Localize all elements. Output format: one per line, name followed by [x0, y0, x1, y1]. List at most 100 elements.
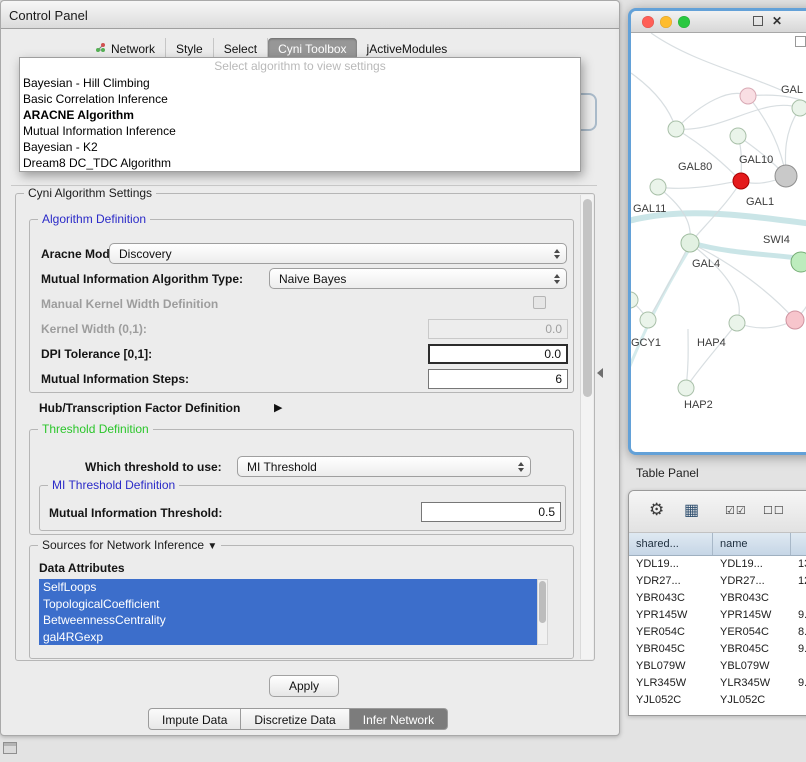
network-edge[interactable] — [651, 33, 783, 91]
aracne-mode-select[interactable]: Discovery — [109, 243, 567, 264]
close-window-icon[interactable]: ✕ — [772, 14, 782, 28]
mi-threshold-input[interactable] — [421, 502, 561, 522]
network-node[interactable] — [786, 311, 804, 329]
minimize-traffic-light[interactable] — [660, 16, 672, 28]
network-node[interactable] — [729, 315, 745, 331]
network-edge[interactable] — [688, 323, 737, 385]
table-row[interactable]: YDR27...YDR27...12 — [629, 573, 806, 590]
network-node[interactable] — [640, 312, 656, 328]
table-cell: 9. — [791, 641, 806, 658]
network-canvas[interactable]: GALGAL80GAL10GAL11GAL1SWI4GAL4GCY1HAP4HA… — [631, 33, 806, 452]
bottom-tab-infer-network[interactable]: Infer Network — [350, 708, 448, 730]
control-panel-title: Control Panel — [9, 8, 88, 23]
algorithm-option-mutual-information-inference[interactable]: Mutual Information Inference — [20, 123, 580, 139]
column-header-shared[interactable]: shared... — [629, 533, 713, 555]
algorithm-dropdown-placeholder: Select algorithm to view settings — [20, 58, 580, 75]
table-row[interactable]: YER054CYER054C8. — [629, 624, 806, 641]
tab-label: Select — [224, 42, 257, 56]
network-node[interactable] — [792, 100, 806, 116]
apply-button[interactable]: Apply — [269, 675, 339, 697]
dpi-tolerance-input[interactable] — [428, 344, 568, 364]
column-header-name[interactable]: name — [713, 533, 791, 555]
settings-scrollbar[interactable] — [580, 195, 593, 659]
network-node[interactable] — [740, 88, 756, 104]
which-threshold-label: Which threshold to use: — [85, 460, 222, 474]
network-overview-box[interactable] — [795, 36, 806, 47]
mi-type-select[interactable]: Naive Bayes — [269, 268, 567, 289]
network-node[interactable] — [650, 179, 666, 195]
network-edge[interactable] — [690, 243, 739, 323]
attribute-item-gal4rgexp[interactable]: gal4RGexp — [39, 629, 537, 646]
hub-definition-label[interactable]: Hub/Transcription Factor Definition — [39, 401, 240, 415]
mi-steps-input[interactable] — [428, 369, 568, 389]
table-row[interactable]: YBR043CYBR043C — [629, 590, 806, 607]
bottom-tab-discretize-data[interactable]: Discretize Data — [241, 708, 349, 730]
table-header: shared...name — [629, 533, 806, 556]
algorithm-option-bayesian-hill-climbing[interactable]: Bayesian - Hill Climbing — [20, 75, 580, 91]
expand-arrow-icon[interactable]: ▶ — [274, 401, 282, 414]
network-node[interactable] — [668, 121, 684, 137]
table-cell: YBR045C — [713, 641, 791, 658]
table-toolbar: ⚙ ▦ ☑☑ ☐☐ — [629, 491, 806, 533]
network-edge[interactable] — [631, 245, 692, 378]
algorithm-option-bayesian-k2[interactable]: Bayesian - K2 — [20, 139, 580, 155]
node-label-gal80: GAL80 — [678, 161, 712, 173]
which-threshold-select[interactable]: MI Threshold — [237, 456, 531, 477]
network-node[interactable] — [791, 252, 806, 272]
attribute-item-betweennesscentrality[interactable]: BetweennessCentrality — [39, 612, 537, 629]
algorithm-option-dream8-dc-tdc-algorithm[interactable]: Dream8 DC_TDC Algorithm — [20, 155, 580, 171]
settings-scrollbar-thumb[interactable] — [583, 199, 592, 397]
float-window-icon[interactable] — [753, 16, 763, 26]
network-edge[interactable] — [631, 73, 676, 129]
combo-arrows-icon — [554, 274, 560, 284]
table-row[interactable]: YPR145WYPR145W9. — [629, 607, 806, 624]
deselect-all-icon[interactable]: ☐☐ — [763, 504, 785, 517]
network-edge[interactable] — [676, 105, 800, 129]
mi-threshold-title: MI Threshold Definition — [48, 478, 179, 492]
column-header-2[interactable] — [791, 533, 806, 555]
network-node[interactable] — [733, 173, 749, 189]
table-row[interactable]: YDL19...YDL19...13 — [629, 556, 806, 573]
node-label-gal: GAL — [781, 84, 803, 96]
table-row[interactable]: YBL079WYBL079W — [629, 658, 806, 675]
network-node[interactable] — [775, 165, 797, 187]
network-edge[interactable] — [658, 182, 733, 188]
network-edge[interactable] — [686, 329, 688, 388]
panel-collapse-arrow-icon[interactable] — [597, 368, 603, 378]
table-cell — [791, 590, 806, 607]
table-cell: YDR27... — [713, 573, 791, 590]
sources-title-text: Sources for Network Inference — [42, 538, 204, 552]
control-panel-titlebar[interactable]: Control Panel — [1, 1, 619, 29]
network-node[interactable] — [681, 234, 699, 252]
zoom-traffic-light[interactable] — [678, 16, 690, 28]
network-edge[interactable] — [676, 93, 748, 129]
sources-group-title[interactable]: Sources for Network Inference ▼ — [38, 538, 221, 552]
attributes-scrollbar-thumb[interactable] — [539, 581, 546, 623]
network-node[interactable] — [678, 380, 694, 396]
table-row[interactable]: YBR045CYBR045C9. — [629, 641, 806, 658]
attributes-scrollbar[interactable] — [537, 579, 548, 645]
kernel-width-label: Kernel Width (0,1): — [41, 322, 147, 336]
attribute-item-topologicalcoefficient[interactable]: TopologicalCoefficient — [39, 596, 537, 613]
data-attributes-list[interactable]: SelfLoopsTopologicalCoefficientBetweenne… — [39, 579, 537, 645]
table-cell: YBL079W — [713, 658, 791, 675]
algorithm-option-aracne-algorithm[interactable]: ARACNE Algorithm — [20, 107, 580, 123]
docked-panel-icon[interactable] — [3, 742, 17, 754]
close-traffic-light[interactable] — [642, 16, 654, 28]
combo-arrows-icon — [518, 462, 524, 472]
collapse-arrow-icon[interactable]: ▼ — [207, 541, 217, 552]
attribute-item-selfloops[interactable]: SelfLoops — [39, 579, 537, 596]
bottom-tab-impute-data[interactable]: Impute Data — [148, 708, 241, 730]
network-node[interactable] — [730, 128, 746, 144]
network-window-titlebar[interactable]: ✕ — [631, 11, 806, 33]
algorithm-option-basic-correlation-inference[interactable]: Basic Correlation Inference — [20, 91, 580, 107]
table-row[interactable]: YJL052CYJL052C — [629, 692, 806, 709]
network-edge[interactable] — [631, 213, 806, 227]
columns-icon[interactable]: ▦ — [684, 500, 699, 520]
algorithm-definition-title: Algorithm Definition — [38, 212, 150, 226]
gear-icon[interactable]: ⚙ — [649, 500, 664, 520]
table-row[interactable]: YLR345WYLR345W9. — [629, 675, 806, 692]
select-all-icon[interactable]: ☑☑ — [725, 504, 747, 517]
network-graph[interactable]: GALGAL80GAL10GAL11GAL1SWI4GAL4GCY1HAP4HA… — [631, 33, 806, 455]
tab-label: jActiveModules — [367, 42, 448, 56]
